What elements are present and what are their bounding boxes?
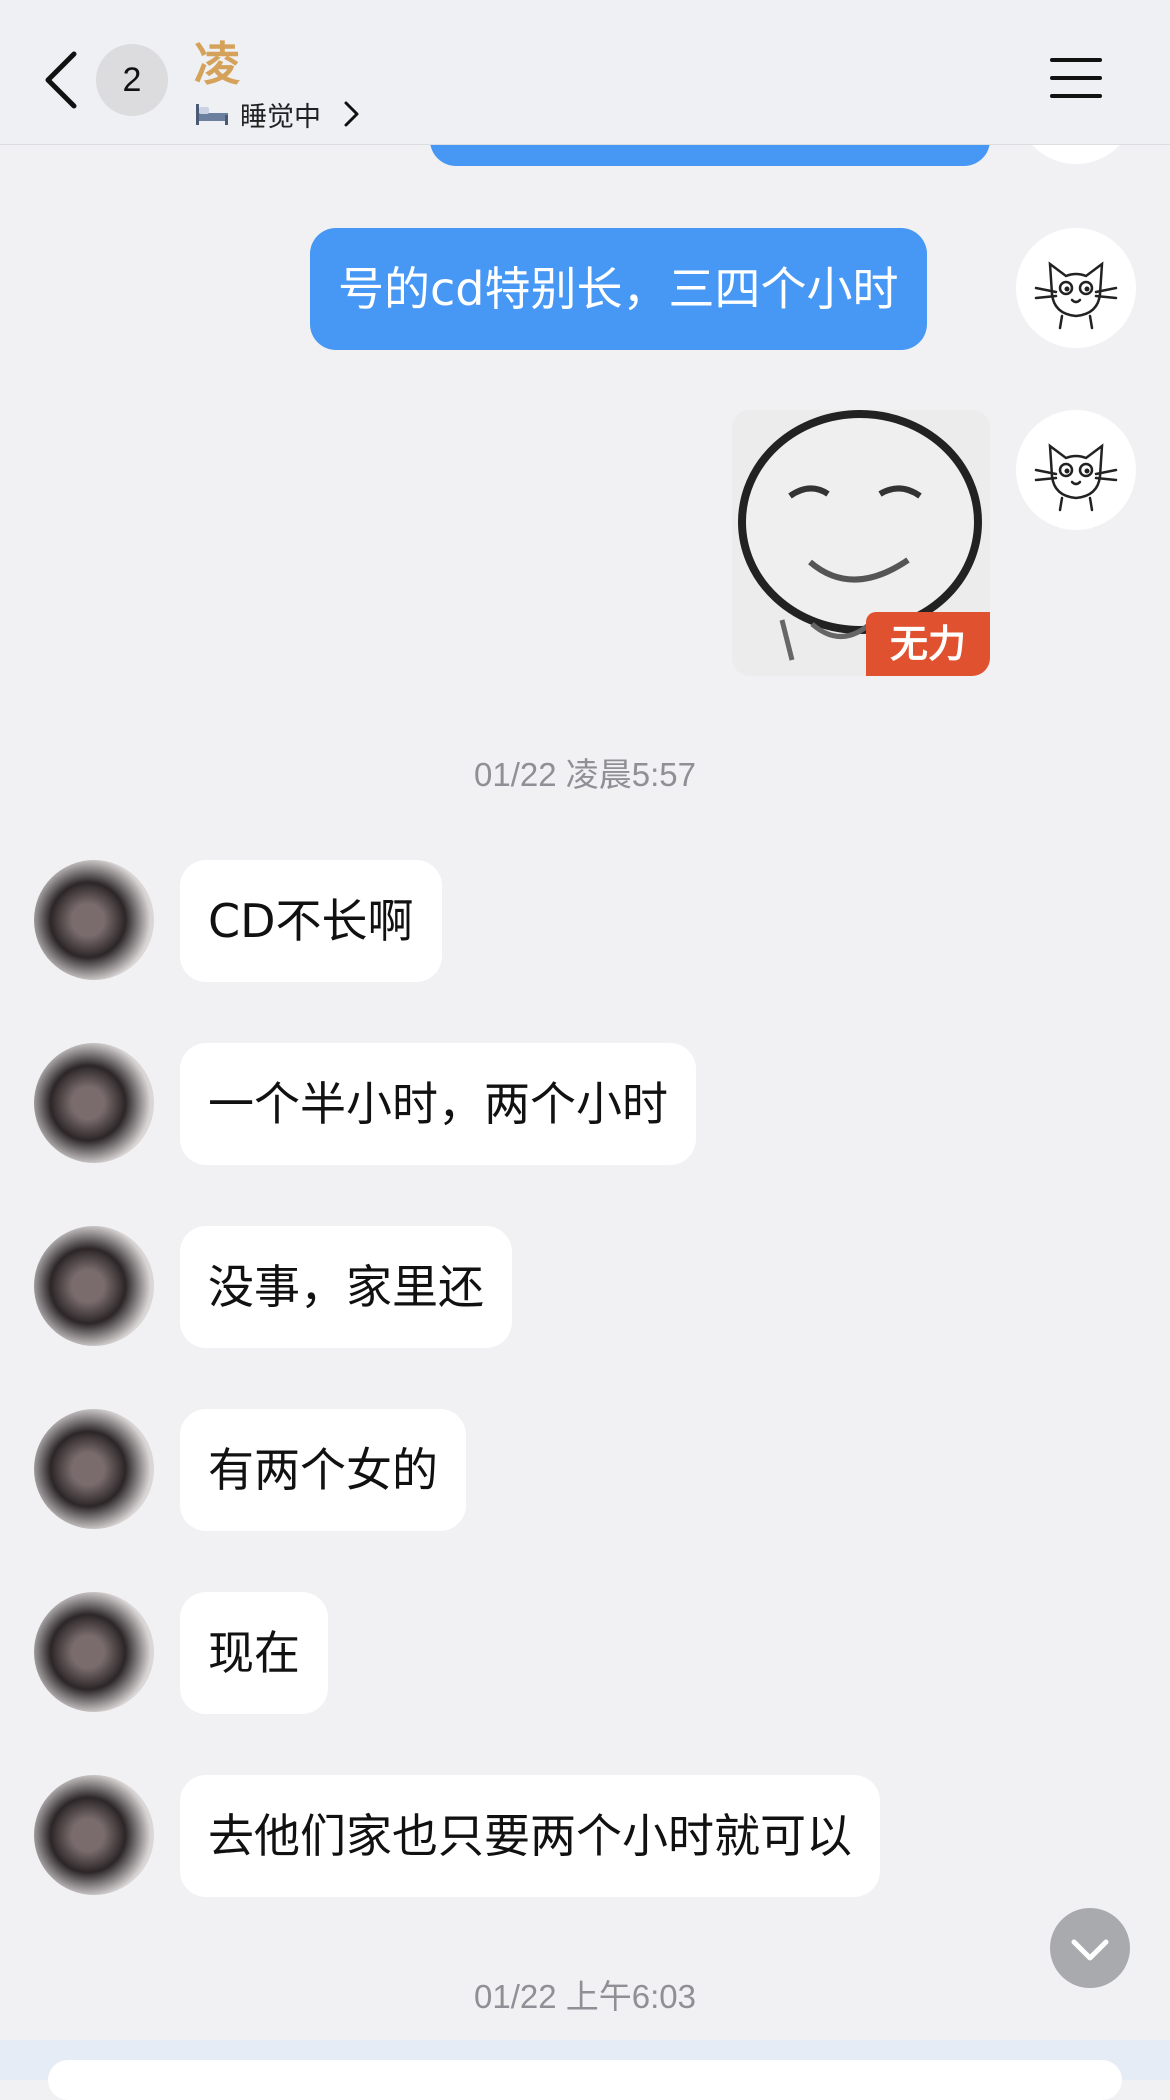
incoming-message-bubble[interactable]: 有两个女的 xyxy=(180,1409,466,1531)
cat-avatar-icon xyxy=(1034,443,1118,512)
contact-avatar[interactable] xyxy=(34,1409,154,1529)
bed-icon xyxy=(196,104,228,125)
incoming-message-bubble[interactable]: 去他们家也只要两个小时就可以 xyxy=(180,1775,880,1897)
self-avatar[interactable] xyxy=(1016,228,1136,348)
contact-name[interactable]: 凌 xyxy=(194,28,240,94)
contact-avatar[interactable] xyxy=(34,1226,154,1346)
chat-header: 2 凌 睡觉中 xyxy=(0,0,1170,145)
self-avatar[interactable] xyxy=(1016,410,1136,530)
scroll-to-bottom-button[interactable] xyxy=(1050,1908,1130,1988)
chevron-down-icon xyxy=(1071,1939,1109,1961)
message-timestamp: 01/22 凌晨5:57 xyxy=(474,756,696,793)
back-arrow-icon[interactable] xyxy=(40,48,84,112)
message-timestamp: 01/22 上午6:03 xyxy=(474,1978,696,2015)
contact-avatar[interactable] xyxy=(34,1592,154,1712)
unread-count-badge[interactable]: 2 xyxy=(96,44,168,116)
outgoing-message-bubble[interactable]: 号的cd特别长，三四个小时 xyxy=(310,228,927,350)
incoming-message-bubble[interactable]: 没事，家里还 xyxy=(180,1226,512,1348)
sticker-message[interactable]: 无力 xyxy=(732,410,990,676)
contact-avatar[interactable] xyxy=(34,1043,154,1163)
message-input[interactable] xyxy=(48,2060,1122,2100)
incoming-message-bubble[interactable]: 现在 xyxy=(180,1592,328,1714)
menu-icon[interactable] xyxy=(1048,56,1104,100)
contact-avatar[interactable] xyxy=(34,860,154,980)
status-text: 睡觉中 xyxy=(240,101,321,133)
status-row[interactable]: 睡觉中 xyxy=(194,94,361,134)
sticker-label: 无力 xyxy=(866,612,990,676)
incoming-message-bubble[interactable]: CD不长啊 xyxy=(180,860,442,982)
cat-avatar-icon xyxy=(1034,261,1118,330)
contact-avatar[interactable] xyxy=(34,1775,154,1895)
chevron-right-icon xyxy=(344,101,359,127)
incoming-message-bubble[interactable]: 一个半小时，两个小时 xyxy=(180,1043,696,1165)
